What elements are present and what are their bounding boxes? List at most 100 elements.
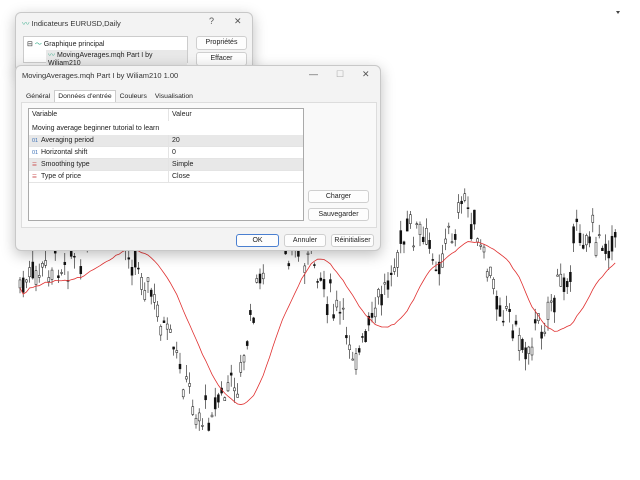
row-value[interactable]: 20 xyxy=(168,135,180,147)
candle-body xyxy=(489,266,492,276)
candle-body xyxy=(514,320,518,325)
candle-body xyxy=(463,193,467,201)
indicators-dialog: 〰 Indicateurs EURUSD,Daily ? ✕ ⊟ 〜 Graph… xyxy=(15,12,253,72)
candle-body xyxy=(460,200,463,205)
close-button[interactable]: ✕ xyxy=(362,69,370,80)
tree-item-main-chart[interactable]: ⊟ 〜 Graphique principal xyxy=(27,39,104,49)
candle-body xyxy=(69,250,73,257)
candle-body xyxy=(50,269,54,280)
candle-body xyxy=(517,335,521,351)
candle-body xyxy=(357,348,361,353)
row-value[interactable]: 0 xyxy=(168,147,176,159)
tab-inputs[interactable]: Données d'entrée xyxy=(54,90,116,102)
candle-body xyxy=(338,311,342,314)
row-value[interactable]: Simple xyxy=(168,159,193,171)
table-row[interactable]: ☰ Smoothing type Simple xyxy=(29,159,303,171)
candle-body xyxy=(380,294,383,306)
description-text: Moving average beginner tutorial to lear… xyxy=(32,125,160,132)
candle-body xyxy=(469,224,473,240)
candle-body xyxy=(156,304,159,318)
candle-body xyxy=(546,301,550,320)
candle-body xyxy=(421,236,425,242)
reset-button[interactable]: Réinitialiser xyxy=(331,234,374,247)
candle-body xyxy=(473,209,476,225)
candle-body xyxy=(133,250,137,268)
load-button[interactable]: Charger xyxy=(308,190,369,203)
candle-body xyxy=(565,281,569,288)
candle-body xyxy=(149,289,153,297)
header-variable: Variable xyxy=(32,111,58,118)
save-button[interactable]: Sauvegarder xyxy=(308,208,369,221)
candle-body xyxy=(553,297,556,313)
candle-body xyxy=(303,265,307,273)
candle-body xyxy=(332,314,335,319)
tab-colors[interactable]: Couleurs xyxy=(116,90,151,102)
candle-body xyxy=(188,383,191,387)
candle-body xyxy=(329,279,332,284)
candle-body xyxy=(444,238,447,244)
candle-body xyxy=(47,277,51,282)
candle-body xyxy=(415,223,419,225)
indicator-icon: 〰 xyxy=(48,52,55,59)
candle-body xyxy=(501,320,505,323)
candle-body xyxy=(549,300,553,303)
inputs-table[interactable]: Variable Valeur Moving average beginner t… xyxy=(28,108,304,221)
candle-body xyxy=(37,275,41,278)
candle-body xyxy=(140,277,143,290)
candle-body xyxy=(396,252,399,268)
row-name: Averaging period xyxy=(41,137,94,144)
candle-body xyxy=(153,294,156,303)
candle-body xyxy=(185,376,188,380)
candle-body xyxy=(325,304,329,316)
candle-body xyxy=(335,299,339,308)
integer-icon: 01 xyxy=(32,150,39,156)
help-button[interactable]: ? xyxy=(209,16,214,26)
table-row[interactable]: ☰ Type of price Close xyxy=(29,171,303,183)
collapse-icon[interactable]: ⊟ xyxy=(27,41,33,48)
row-value[interactable]: Close xyxy=(168,171,190,183)
candle-body xyxy=(373,307,377,318)
close-button[interactable]: ✕ xyxy=(234,16,242,27)
candle-body xyxy=(409,214,412,224)
candle-body xyxy=(316,281,319,283)
properties-button[interactable]: Propriétés xyxy=(196,36,247,50)
candle-body xyxy=(405,218,409,232)
scroll-arrow-icon[interactable] xyxy=(616,11,620,14)
table-row[interactable]: 01 Horizontal shift 0 xyxy=(29,147,303,159)
candle-body xyxy=(377,289,380,298)
candle-body xyxy=(137,267,140,270)
cancel-button[interactable]: Annuler xyxy=(284,234,326,247)
minimize-button[interactable]: — xyxy=(309,69,318,79)
candle-body xyxy=(159,326,163,336)
candle-body xyxy=(425,228,428,245)
candle-body xyxy=(297,250,300,257)
candle-body xyxy=(127,257,131,260)
candle-body xyxy=(345,335,348,339)
row-name: Horizontal shift xyxy=(41,149,88,156)
candle-body xyxy=(226,382,230,392)
candle-body xyxy=(28,267,31,278)
integer-icon: 01 xyxy=(32,138,39,144)
candle-body xyxy=(172,346,175,350)
header-value: Valeur xyxy=(168,109,192,121)
tab-visualization[interactable]: Visualisation xyxy=(151,90,197,102)
inputs-panel: Variable Valeur Moving average beginner t… xyxy=(21,102,377,228)
candle-body xyxy=(207,422,211,431)
enum-icon: ☰ xyxy=(32,162,37,168)
row-name: Type of price xyxy=(41,173,82,180)
candle-body xyxy=(239,362,243,373)
maximize-button[interactable]: ☐ xyxy=(336,69,344,80)
candle-body xyxy=(306,252,310,255)
table-row[interactable]: 01 Averaging period 20 xyxy=(29,135,303,147)
candle-body xyxy=(63,261,67,265)
indicator-tree[interactable]: ⊟ 〜 Graphique principal 〰 MovingAverages… xyxy=(23,36,188,67)
clear-button[interactable]: Effacer xyxy=(196,52,247,66)
candle-body xyxy=(341,307,345,310)
ok-button[interactable]: OK xyxy=(236,234,279,247)
candle-body xyxy=(252,317,255,323)
candle-body xyxy=(610,235,614,252)
candle-body xyxy=(399,230,403,244)
candle-body xyxy=(351,358,355,361)
tab-general[interactable]: Général xyxy=(22,90,54,102)
candle-body xyxy=(255,278,259,283)
